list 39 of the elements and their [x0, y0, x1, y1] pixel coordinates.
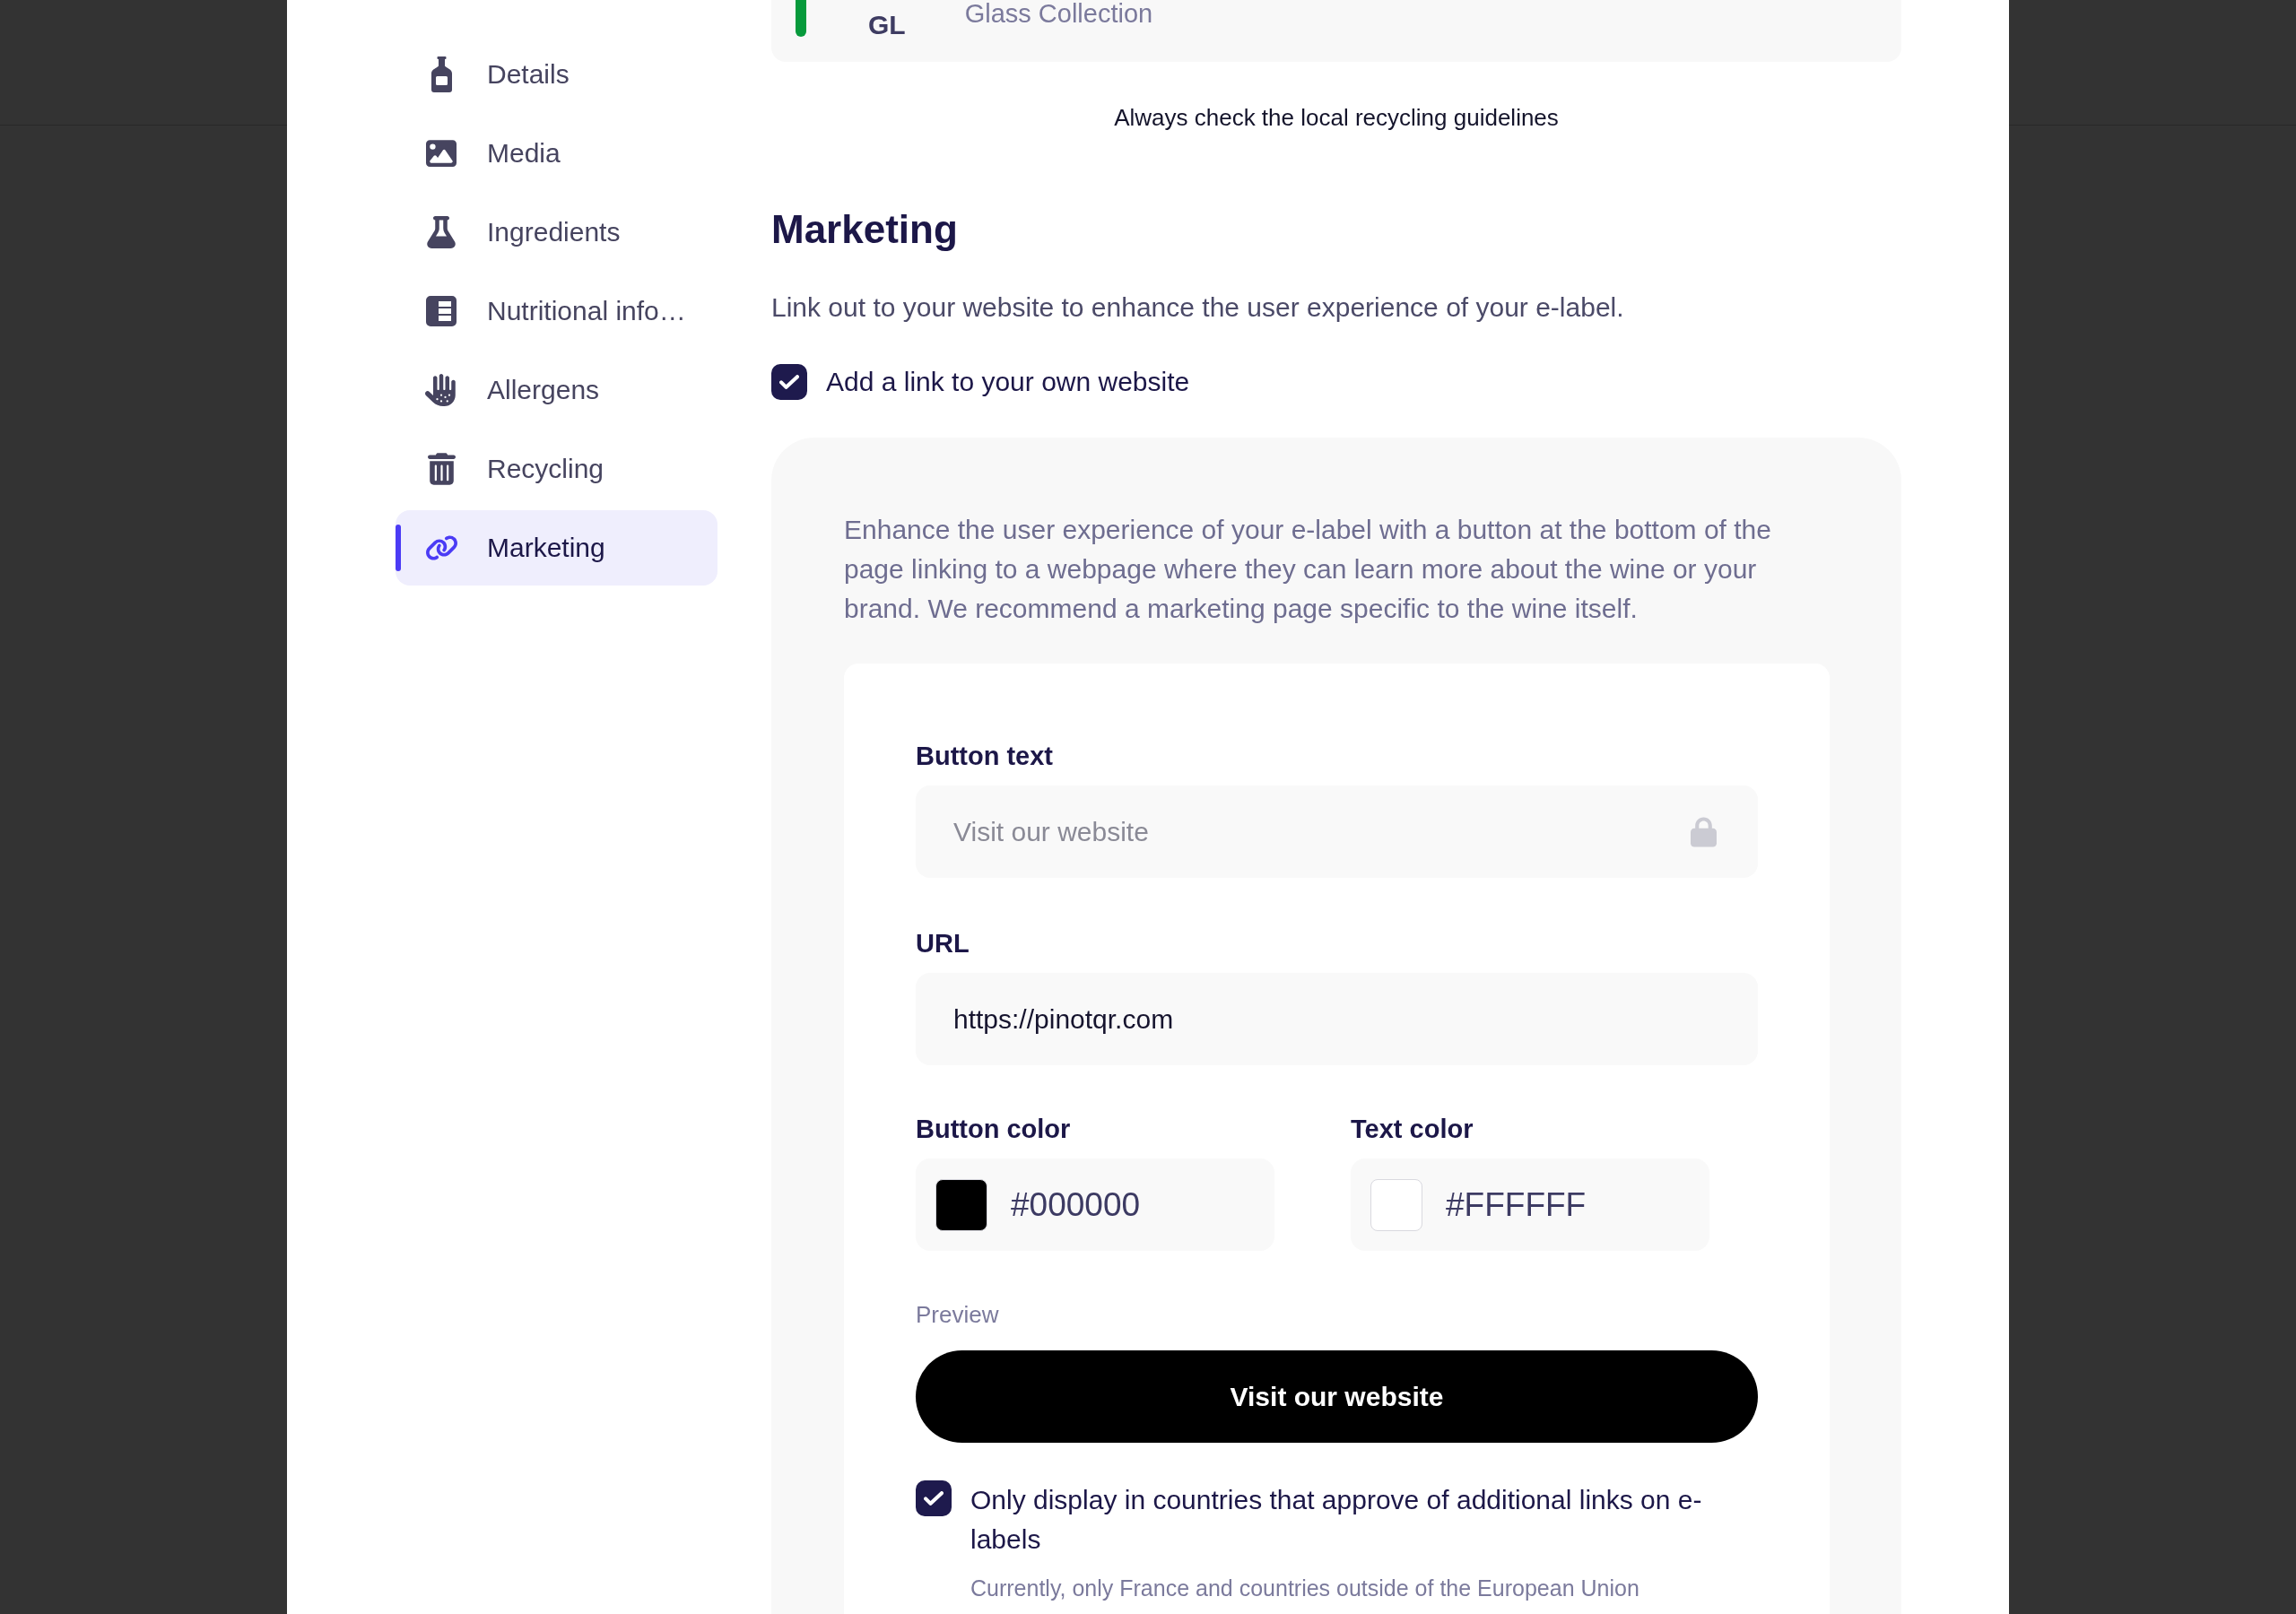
- lock-icon: [1691, 816, 1717, 847]
- color-swatch: [935, 1178, 987, 1231]
- link-icon: [424, 534, 458, 561]
- color-field[interactable]: #FFFFFF: [1351, 1158, 1709, 1251]
- field-label: Button color: [916, 1114, 1072, 1145]
- image-icon: [426, 138, 457, 169]
- checkmark-icon: [924, 1491, 944, 1506]
- list-icon: [426, 296, 457, 326]
- color-field[interactable]: #000000: [916, 1158, 1274, 1251]
- trash-icon: [427, 453, 456, 485]
- color-swatch: [1370, 1178, 1422, 1231]
- sidebar-item[interactable]: Marketing: [396, 510, 718, 586]
- checkbox[interactable]: [771, 364, 807, 400]
- sidebar-item[interactable]: Media: [396, 116, 718, 191]
- checkmark-icon: [779, 375, 799, 389]
- field-label: URL: [916, 928, 970, 959]
- material-code: GL: [868, 12, 906, 39]
- field-label: Button text: [916, 741, 1055, 772]
- section-title: Marketing: [771, 206, 959, 253]
- preview-button[interactable]: Visit our website: [916, 1350, 1758, 1443]
- checkbox-label: Only display in countries that approve of additional links on e-labels: [970, 1484, 1703, 1556]
- sidebar-item[interactable]: Ingredients: [396, 195, 718, 270]
- checkbox[interactable]: [916, 1480, 952, 1516]
- material-name: Glass Collection: [964, 0, 1153, 27]
- preview-label: Preview: [916, 1300, 1000, 1329]
- checkbox-label: Add a link to your own website: [826, 366, 1190, 398]
- hand-icon: [425, 374, 457, 406]
- helper-text: Currently, only France and countries outside of the European Union: [970, 1575, 1640, 1602]
- sidebar-item[interactable]: Details: [396, 37, 718, 112]
- recycling-note: Always check the local recycling guidelines: [1113, 103, 1560, 133]
- field-label: Text color: [1351, 1114, 1474, 1145]
- flask-icon: [427, 216, 456, 248]
- section-description: Link out to your website to enhance the user experience of your e-label.: [771, 291, 1625, 324]
- panel-description: Enhance the user experience of your e-label with a button at the bottom of the page linking to a webpage where they can learn more about the wine or your brand. We recommend a marketing page specific to the wine itself.: [844, 514, 1772, 625]
- sidebar-item[interactable]: Recycling: [396, 431, 718, 507]
- sidebar-item[interactable]: Nutritional info…: [396, 273, 718, 349]
- bottle-icon: [430, 56, 452, 92]
- sidebar-item[interactable]: Allergens: [396, 352, 718, 428]
- text-field[interactable]: https://pinotqr.com: [916, 973, 1758, 1065]
